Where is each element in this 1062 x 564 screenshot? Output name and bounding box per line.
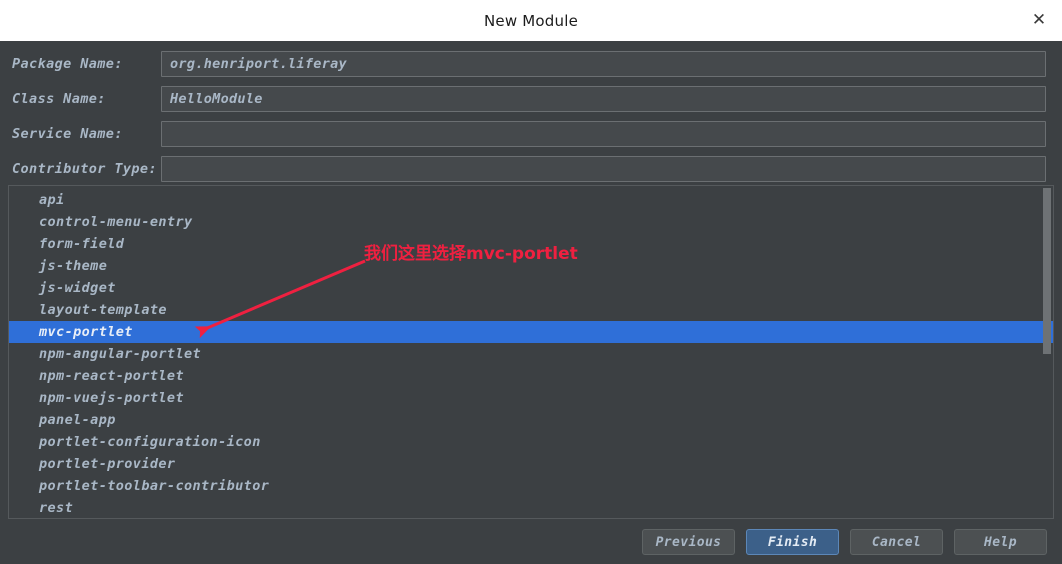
- form-row-class-name: Class Name:: [0, 86, 1062, 112]
- list-item[interactable]: mvc-portlet: [9, 321, 1053, 343]
- dialog-titlebar: New Module ✕: [0, 0, 1062, 41]
- dialog-footer: Previous Finish Cancel Help: [0, 518, 1062, 564]
- list-item[interactable]: rest: [9, 497, 1053, 518]
- cancel-button-label: Cancel: [871, 534, 922, 550]
- list-item[interactable]: portlet-configuration-icon: [9, 431, 1053, 453]
- form-row-package-name: Package Name:: [0, 51, 1062, 77]
- finish-button[interactable]: Finish: [746, 529, 839, 555]
- module-template-list[interactable]: api control-menu-entry form-field js-theme j…: [8, 185, 1054, 519]
- list-item[interactable]: form-field: [9, 233, 1053, 255]
- form-row-service-name: Service Name:: [0, 121, 1062, 147]
- module-template-list-inner: api control-menu-entry form-field js-theme j…: [9, 189, 1053, 518]
- dialog-body: Package Name: Class Name: Service Name: …: [0, 41, 1062, 564]
- list-item[interactable]: npm-vuejs-portlet: [9, 387, 1053, 409]
- finish-button-label: Finish: [767, 534, 818, 550]
- close-glyph: ✕: [1031, 10, 1047, 30]
- list-item[interactable]: layout-template: [9, 299, 1053, 321]
- form-row-contributor-type: Contributor Type:: [0, 156, 1062, 182]
- service-name-label: Service Name:: [12, 126, 123, 142]
- previous-button[interactable]: Previous: [642, 529, 735, 555]
- dialog-title: New Module: [483, 11, 579, 30]
- previous-button-label: Previous: [655, 534, 722, 550]
- list-item[interactable]: js-theme: [9, 255, 1053, 277]
- contributor-type-label: Contributor Type:: [12, 161, 157, 177]
- list-item[interactable]: portlet-provider: [9, 453, 1053, 475]
- list-scrollbar-thumb[interactable]: [1043, 188, 1051, 354]
- list-item[interactable]: js-widget: [9, 277, 1053, 299]
- class-name-label: Class Name:: [12, 91, 106, 107]
- close-icon[interactable]: ✕: [1016, 0, 1062, 41]
- new-module-dialog: New Module ✕ Package Name: Class Name: S…: [0, 0, 1062, 564]
- help-button[interactable]: Help: [954, 529, 1047, 555]
- package-name-label: Package Name:: [12, 56, 123, 72]
- service-name-input[interactable]: [161, 121, 1046, 147]
- help-button-label: Help: [984, 534, 1017, 550]
- list-item[interactable]: npm-react-portlet: [9, 365, 1053, 387]
- list-item[interactable]: panel-app: [9, 409, 1053, 431]
- class-name-input[interactable]: [161, 86, 1046, 112]
- list-item[interactable]: npm-angular-portlet: [9, 343, 1053, 365]
- list-scrollbar[interactable]: [1042, 186, 1052, 518]
- list-item[interactable]: api: [9, 189, 1053, 211]
- list-item[interactable]: control-menu-entry: [9, 211, 1053, 233]
- package-name-input[interactable]: [161, 51, 1046, 77]
- list-item[interactable]: portlet-toolbar-contributor: [9, 475, 1053, 497]
- cancel-button[interactable]: Cancel: [850, 529, 943, 555]
- contributor-type-input[interactable]: [161, 156, 1046, 182]
